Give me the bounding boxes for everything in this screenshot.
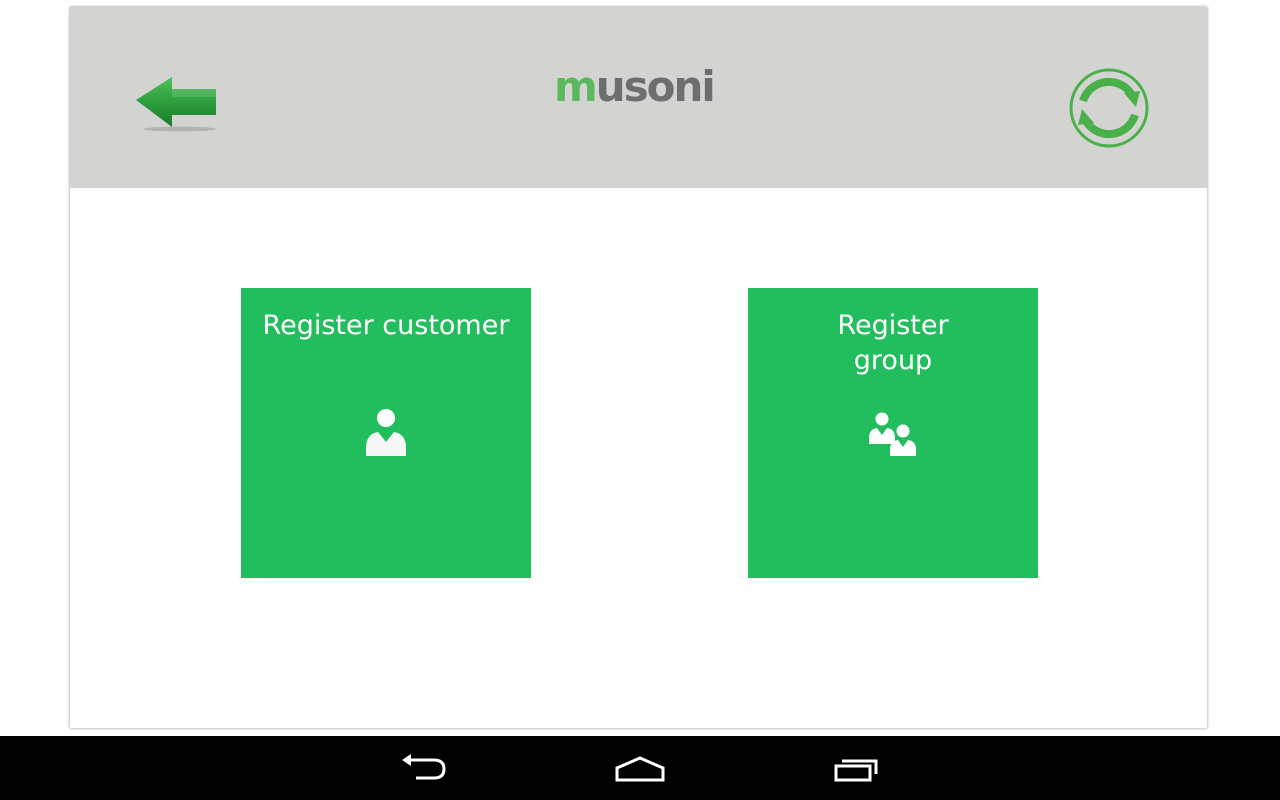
register-group-tile[interactable]: Register group (748, 288, 1038, 578)
register-group-label: Register group (837, 310, 949, 376)
logo-text: usoni (595, 62, 716, 111)
refresh-button[interactable] (1068, 67, 1150, 149)
refresh-icon (1069, 68, 1149, 148)
person-icon (366, 409, 406, 456)
nav-recents-button[interactable] (826, 750, 886, 786)
nav-home-icon (615, 756, 665, 782)
register-customer-label: Register customer (262, 310, 510, 341)
register-customer-tile[interactable]: Register customer (241, 288, 531, 578)
back-button[interactable] (134, 73, 220, 133)
android-nav-bar (0, 736, 1280, 800)
musoni-logo: musoni (554, 62, 724, 112)
people-icon (869, 412, 916, 456)
nav-back-icon (402, 754, 446, 780)
nav-back-button[interactable] (394, 750, 454, 786)
app-window: musoni Register customer Register group (70, 7, 1207, 728)
nav-recents-icon (834, 759, 878, 782)
header-bar: musoni (70, 7, 1207, 188)
logo-first-letter: m (554, 62, 598, 111)
nav-home-button[interactable] (610, 750, 670, 786)
back-arrow-icon (136, 77, 216, 132)
